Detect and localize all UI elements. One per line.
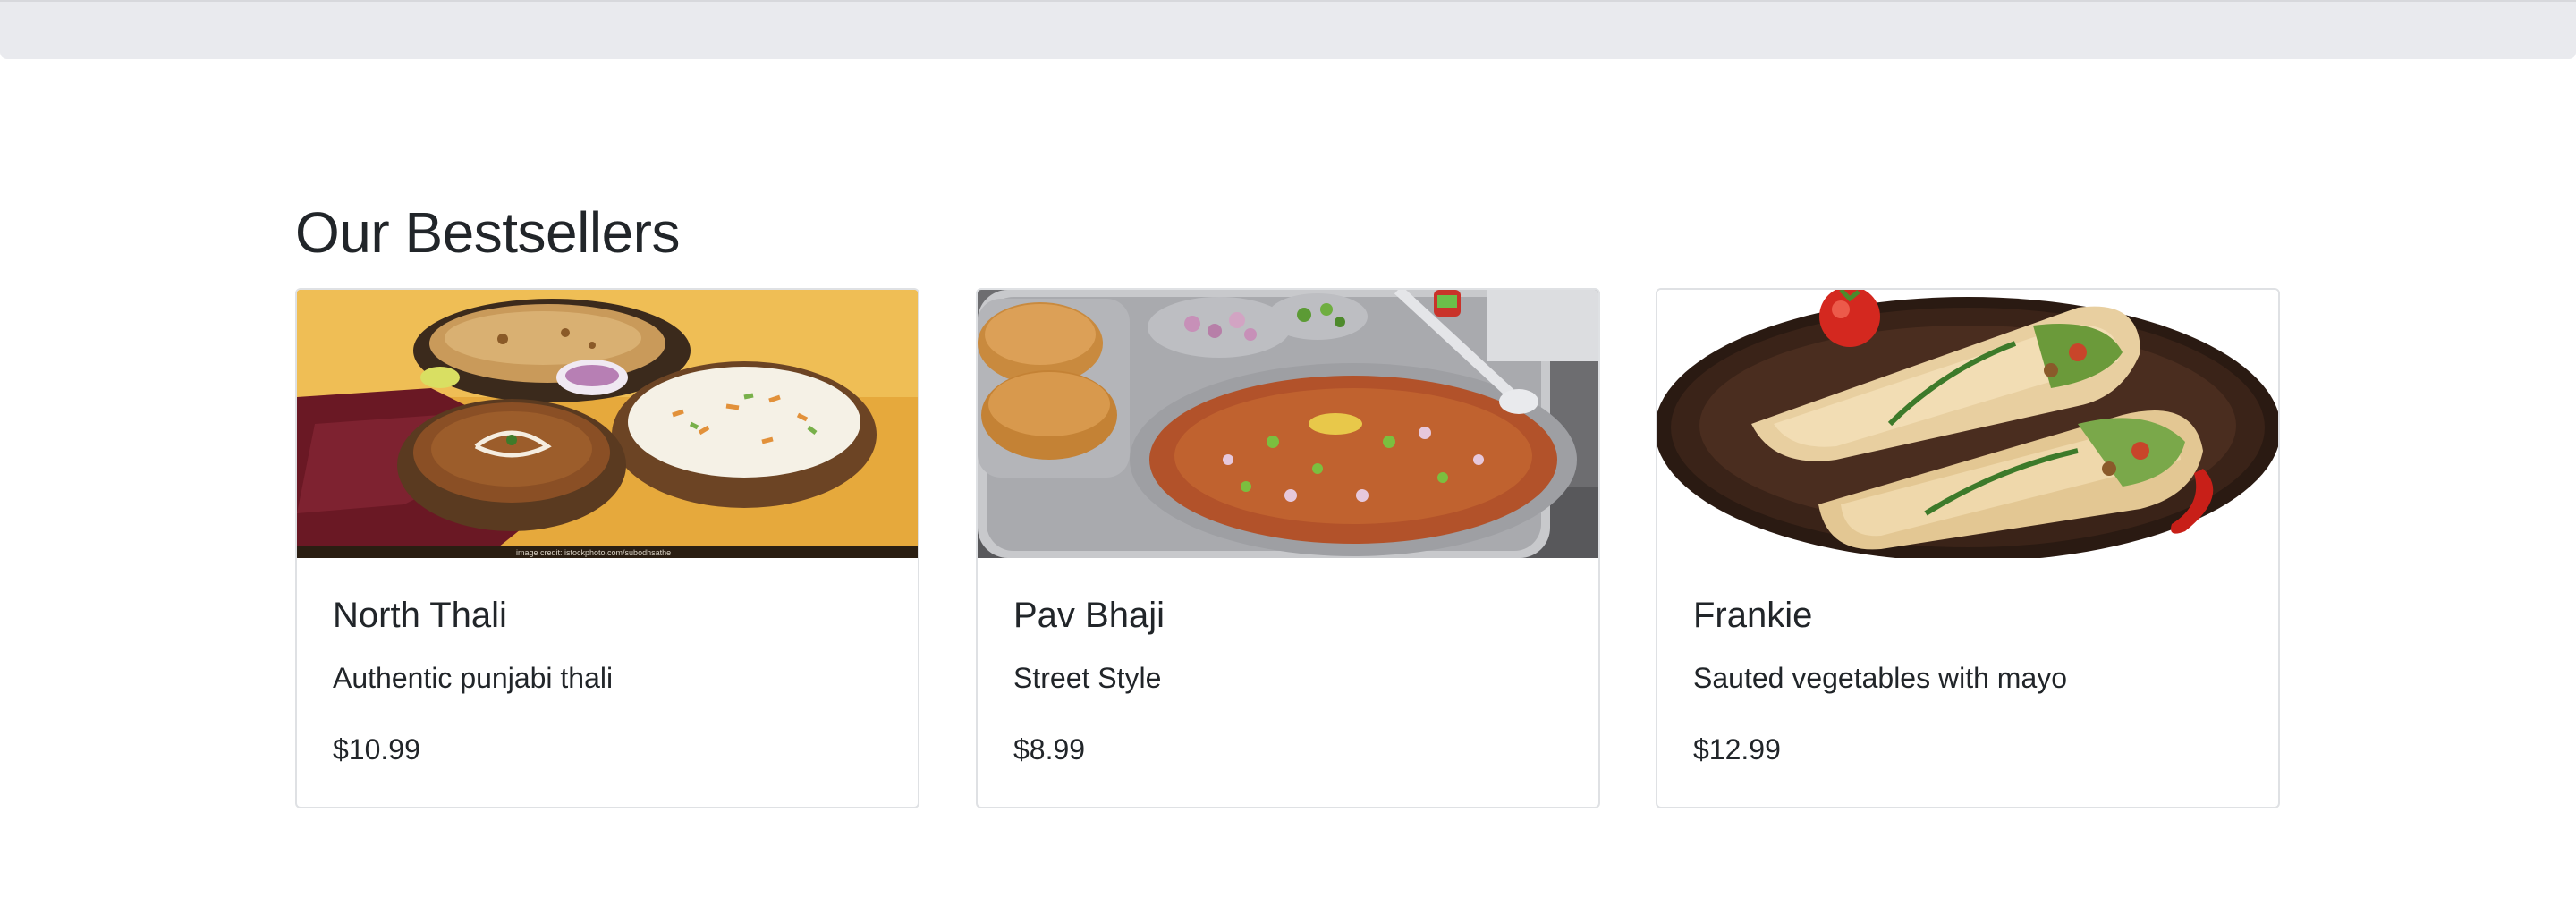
card-title[interactable]: North Thali [333, 594, 507, 637]
bestsellers-section: Our Bestsellers image credit: istockphot… [295, 199, 2281, 808]
svg-text:image credit: istockphoto.com/: image credit: istockphoto.com/subodhsath… [516, 548, 671, 557]
top-navbar [0, 0, 2576, 59]
card-price: $8.99 [1013, 733, 1086, 766]
card-description: Authentic punjabi thali [333, 662, 614, 694]
card-price: $12.99 [1693, 733, 1781, 766]
product-card-north-thali[interactable]: image credit: istockphoto.com/subodhsath… [295, 288, 919, 808]
north-thali-image: image credit: istockphoto.com/subodhsath… [297, 290, 918, 558]
section-title: Our Bestsellers [295, 200, 680, 265]
card-price: $10.99 [333, 733, 420, 766]
card-description: Sauted vegetables with mayo [1693, 662, 2068, 694]
frankie-image [1657, 290, 2278, 558]
product-card-frankie[interactable]: Frankie Sauted vegetables with mayo $12.… [1656, 288, 2280, 808]
card-title[interactable]: Pav Bhaji [1013, 594, 1165, 637]
card-list: image credit: istockphoto.com/subodhsath… [295, 288, 2281, 808]
card-title[interactable]: Frankie [1693, 594, 1812, 637]
pav-bhaji-image [978, 290, 1598, 558]
card-description: Street Style [1013, 662, 1162, 694]
product-card-pav-bhaji[interactable]: Pav Bhaji Street Style $8.99 [976, 288, 1600, 808]
